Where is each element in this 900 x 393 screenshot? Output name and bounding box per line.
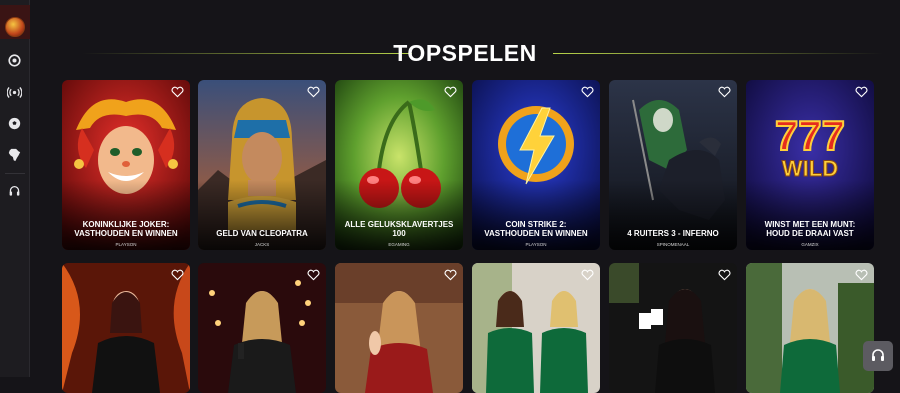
live-dealer-artwork: [609, 263, 737, 393]
live-game-card[interactable]: [472, 263, 600, 393]
section-header: TOPSPELEN: [30, 40, 900, 68]
game-title: COIN STRIKE 2: VASTHOUDEN EN WINNEN: [478, 220, 594, 239]
africa-map-icon[interactable]: [6, 146, 23, 163]
live-game-card[interactable]: [609, 263, 737, 393]
live-dealer-artwork: [746, 263, 874, 393]
game-card[interactable]: KONINKLIJKE JOKER: VASTHOUDEN EN WINNEN …: [62, 80, 190, 250]
headset-support-icon[interactable]: [6, 183, 23, 200]
headset-icon: [870, 348, 886, 364]
favorite-heart-icon[interactable]: [171, 269, 184, 281]
live-dealer-artwork: [472, 263, 600, 393]
card-shade: [198, 180, 326, 250]
live-dealer-artwork: [198, 263, 326, 393]
game-card[interactable]: 4 RUITERS 3 - INFERNO SPINOMENAAL: [609, 80, 737, 250]
card-shade: [746, 180, 874, 250]
favorite-heart-icon[interactable]: [718, 86, 731, 98]
favorite-heart-icon[interactable]: [581, 269, 594, 281]
favorite-heart-icon[interactable]: [855, 86, 868, 98]
logo-container: [0, 5, 30, 39]
live-broadcast-icon[interactable]: [6, 84, 23, 101]
casino-chip-icon[interactable]: [6, 52, 23, 69]
game-card[interactable]: GELD VAN CLEOPATRA JACKS: [198, 80, 326, 250]
support-chat-button[interactable]: [863, 341, 893, 371]
favorite-heart-icon[interactable]: [307, 269, 320, 281]
game-title: WINST MET EEN MUNT: HOUD DE DRAAI VAST: [752, 220, 868, 239]
game-card[interactable]: ALLE GELUKSKLAVERTJES 100 EGAMING: [335, 80, 463, 250]
favorite-heart-icon[interactable]: [855, 269, 868, 281]
game-title: GELD VAN CLEOPATRA: [204, 229, 320, 239]
live-dealer-artwork: [62, 263, 190, 393]
game-title: 4 RUITERS 3 - INFERNO: [615, 229, 731, 239]
card-shade: [609, 180, 737, 250]
svg-text:777: 777: [775, 112, 845, 159]
svg-text:WILD: WILD: [782, 156, 838, 181]
title-line-right: [553, 53, 883, 54]
game-provider: GAMZIX: [746, 242, 874, 247]
sidebar-divider: [5, 173, 25, 174]
game-card[interactable]: 777 WILD WINST MET EEN MUNT: HOUD DE DRA…: [746, 80, 874, 250]
favorite-heart-icon[interactable]: [444, 269, 457, 281]
game-provider: EGAMING: [335, 242, 463, 247]
favorite-heart-icon[interactable]: [171, 86, 184, 98]
soccer-ball-icon[interactable]: [6, 115, 23, 132]
main-content: TOPSPELEN KONINKLIJKE JOKER: VASTHOUDEN …: [30, 0, 900, 377]
game-provider: SPINOMENAAL: [609, 242, 737, 247]
favorite-heart-icon[interactable]: [307, 86, 320, 98]
game-provider: JACKS: [198, 242, 326, 247]
game-provider: PLAYSON: [62, 242, 190, 247]
card-shade: [335, 180, 463, 250]
live-game-card[interactable]: [746, 263, 874, 393]
card-shade: [472, 180, 600, 250]
game-card[interactable]: COIN STRIKE 2: VASTHOUDEN EN WINNEN PLAY…: [472, 80, 600, 250]
favorite-heart-icon[interactable]: [581, 86, 594, 98]
favorite-heart-icon[interactable]: [444, 86, 457, 98]
live-dealer-artwork: [335, 263, 463, 393]
favorite-heart-icon[interactable]: [718, 269, 731, 281]
live-game-card[interactable]: [62, 263, 190, 393]
live-game-card[interactable]: [198, 263, 326, 393]
game-title: ALLE GELUKSKLAVERTJES 100: [341, 220, 457, 239]
sidebar: [0, 0, 30, 377]
game-title: KONINKLIJKE JOKER: VASTHOUDEN EN WINNEN: [68, 220, 184, 239]
game-provider: PLAYSON: [472, 242, 600, 247]
casino-logo[interactable]: [5, 17, 25, 37]
card-shade: [62, 180, 190, 250]
live-game-card[interactable]: [335, 263, 463, 393]
